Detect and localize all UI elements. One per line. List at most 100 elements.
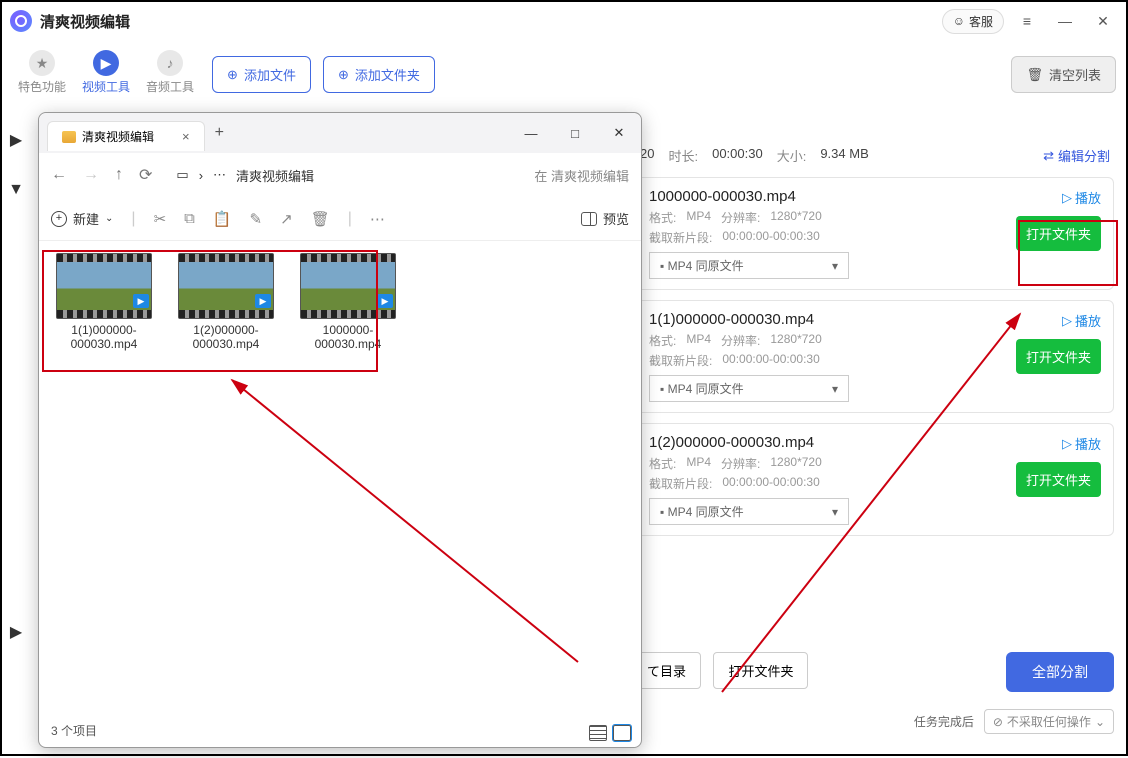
minimize-button[interactable]: — (1050, 7, 1080, 35)
paste-icon[interactable]: 📋 (213, 210, 232, 228)
path-breadcrumb[interactable]: ▭ › ⋯ 清爽视频编辑 (176, 166, 518, 185)
tab-label: 清爽视频编辑 (82, 128, 154, 145)
directory-button[interactable]: て目录 (632, 652, 701, 689)
button-label: 清空列表 (1049, 65, 1101, 84)
button-label: 编辑分割 (1058, 146, 1110, 165)
tab-label: 音频工具 (146, 78, 194, 95)
preview-pane-icon (581, 212, 597, 226)
new-button[interactable]: + 新建 ⌄ (51, 209, 113, 228)
search-input[interactable]: 在 清爽视频编辑 (534, 166, 629, 185)
button-label: 新建 (73, 209, 99, 228)
up-icon[interactable]: ↑ (115, 166, 123, 184)
meta-value: MP4 (686, 332, 711, 349)
support-label: 客服 (969, 13, 993, 30)
forward-icon[interactable]: → (83, 166, 99, 184)
video-icon: ▶ (93, 50, 119, 76)
ellipsis-icon: ⋯ (213, 167, 226, 183)
play-link[interactable]: ▷播放 (1062, 434, 1101, 453)
tab-audio[interactable]: ♪ 音频工具 (140, 46, 200, 99)
info-value: 9.34 MB (820, 146, 868, 165)
play-link[interactable]: ▷播放 (1062, 188, 1101, 207)
app-logo-icon (10, 10, 32, 32)
play-badge-icon: ▶ (377, 294, 393, 308)
explorer-window: 清爽视频编辑 × + — □ ✕ ← → ↑ ⟳ ▭ › ⋯ 清爽视频编辑 在 … (38, 112, 642, 748)
tab-label: 视频工具 (82, 78, 130, 95)
more-icon[interactable]: ⋯ (370, 210, 385, 228)
path-segment: 清爽视频编辑 (236, 166, 314, 185)
format-select[interactable]: ▪ MP4 同原文件 ▾ (649, 498, 849, 525)
meta-label: 截取新片段: (649, 475, 712, 492)
copy-icon[interactable]: ⧉ (184, 210, 195, 227)
app-title: 清爽视频编辑 (40, 11, 130, 32)
share-icon[interactable]: ↗ (280, 210, 293, 228)
meta-value: 00:00:00-00:00:30 (722, 475, 819, 492)
explorer-navbar: ← → ↑ ⟳ ▭ › ⋯ 清爽视频编辑 在 清爽视频编辑 (39, 153, 641, 197)
result-filename: 1000000-000030.mp4 (649, 188, 1101, 205)
sliders-icon: ⇄ (1043, 148, 1054, 164)
button-label: 添加文件 (244, 65, 296, 84)
tab-label: 特色功能 (18, 78, 66, 95)
chevron-down-icon: ▾ (832, 259, 838, 273)
select-label: MP4 同原文件 (668, 259, 744, 273)
clear-list-button[interactable]: 🗑 清空列表 (1011, 56, 1116, 93)
back-icon[interactable]: ← (51, 166, 67, 184)
tab-video[interactable]: ▶ 视频工具 (76, 46, 136, 99)
meta-value: 1280*720 (770, 332, 821, 349)
meta-value: MP4 (686, 209, 711, 226)
cut-icon[interactable]: ✂ (154, 210, 167, 228)
open-folder-button[interactable]: 打开文件夹 (1016, 339, 1101, 374)
toolbar: ★ 特色功能 ▶ 视频工具 ♪ 音频工具 ⊕ 添加文件 ⊕ 添加文件夹 🗑 清空… (2, 40, 1126, 105)
open-folder-button[interactable]: 打开文件夹 (1016, 462, 1101, 497)
refresh-icon[interactable]: ⟳ (139, 165, 152, 185)
smiley-icon: ☺ (953, 14, 965, 28)
info-label: 时长: (668, 146, 698, 165)
title-bar: 清爽视频编辑 ☺ 客服 ≡ — ✕ (2, 2, 1126, 40)
list-view-icon[interactable] (589, 725, 607, 741)
rename-icon[interactable]: ✎ (250, 210, 263, 228)
preview-toggle[interactable]: 预览 (581, 209, 629, 228)
camera-icon: ▪ (660, 259, 664, 273)
chevron-right-icon[interactable]: ▶ (10, 626, 22, 638)
support-button[interactable]: ☺ 客服 (942, 9, 1004, 34)
results-panel: 20 时长: 00:00:30 大小: 9.34 MB ⇄ 编辑分割 10000… (636, 140, 1114, 546)
add-folder-button[interactable]: ⊕ 添加文件夹 (323, 56, 435, 93)
delete-icon[interactable]: 🗑 (311, 210, 330, 228)
format-select[interactable]: ▪ MP4 同原文件 ▾ (649, 252, 849, 279)
info-label: 大小: (777, 146, 807, 165)
chevron-down-icon[interactable]: ▼ (10, 184, 22, 196)
chevron-right-icon[interactable]: ▶ (10, 134, 22, 146)
split-all-button[interactable]: 全部分割 (1006, 652, 1114, 692)
thumbnail-view-icon[interactable] (613, 725, 631, 741)
minimize-button[interactable]: — (509, 113, 553, 153)
chevron-down-icon: ⌄ (105, 213, 113, 224)
meta-label: 格式: (649, 455, 676, 472)
result-filename: 1(1)000000-000030.mp4 (649, 311, 1101, 328)
menu-icon[interactable]: ≡ (1012, 7, 1042, 35)
file-plus-icon: ⊕ (227, 67, 238, 83)
play-link[interactable]: ▷播放 (1062, 311, 1101, 330)
close-button[interactable]: ✕ (597, 113, 641, 153)
play-icon: ▷ (1062, 190, 1072, 206)
open-folder-button[interactable]: 打开文件夹 (713, 652, 808, 689)
result-item: 1(1)000000-000030.mp4 格式: MP4 分辨率: 1280*… (636, 300, 1114, 413)
explorer-tabstrip: 清爽视频编辑 × + — □ ✕ (39, 113, 641, 153)
tab-close-icon[interactable]: × (182, 129, 190, 144)
link-label: 播放 (1075, 188, 1101, 207)
footer-bar: 任务完成后 ⊘ 不采取任何操作 ⌄ (914, 709, 1114, 734)
add-file-button[interactable]: ⊕ 添加文件 (212, 56, 311, 93)
maximize-button[interactable]: □ (553, 113, 597, 153)
select-label: MP4 同原文件 (668, 382, 744, 396)
format-select[interactable]: ▪ MP4 同原文件 ▾ (649, 375, 849, 402)
meta-value: 00:00:00-00:00:30 (722, 352, 819, 369)
folder-icon (62, 131, 76, 143)
chevron-down-icon: ⌄ (1095, 715, 1105, 729)
edit-split-button[interactable]: ⇄ 编辑分割 (1043, 146, 1110, 165)
after-action-select[interactable]: ⊘ 不采取任何操作 ⌄ (984, 709, 1114, 734)
tab-special[interactable]: ★ 特色功能 (12, 46, 72, 99)
explorer-tab[interactable]: 清爽视频编辑 × (47, 121, 205, 151)
status-text: 3 个项目 (51, 722, 97, 739)
select-label: 不采取任何操作 (1007, 713, 1091, 730)
new-tab-button[interactable]: + (215, 124, 224, 142)
close-button[interactable]: ✕ (1088, 7, 1118, 35)
link-label: 播放 (1075, 434, 1101, 453)
